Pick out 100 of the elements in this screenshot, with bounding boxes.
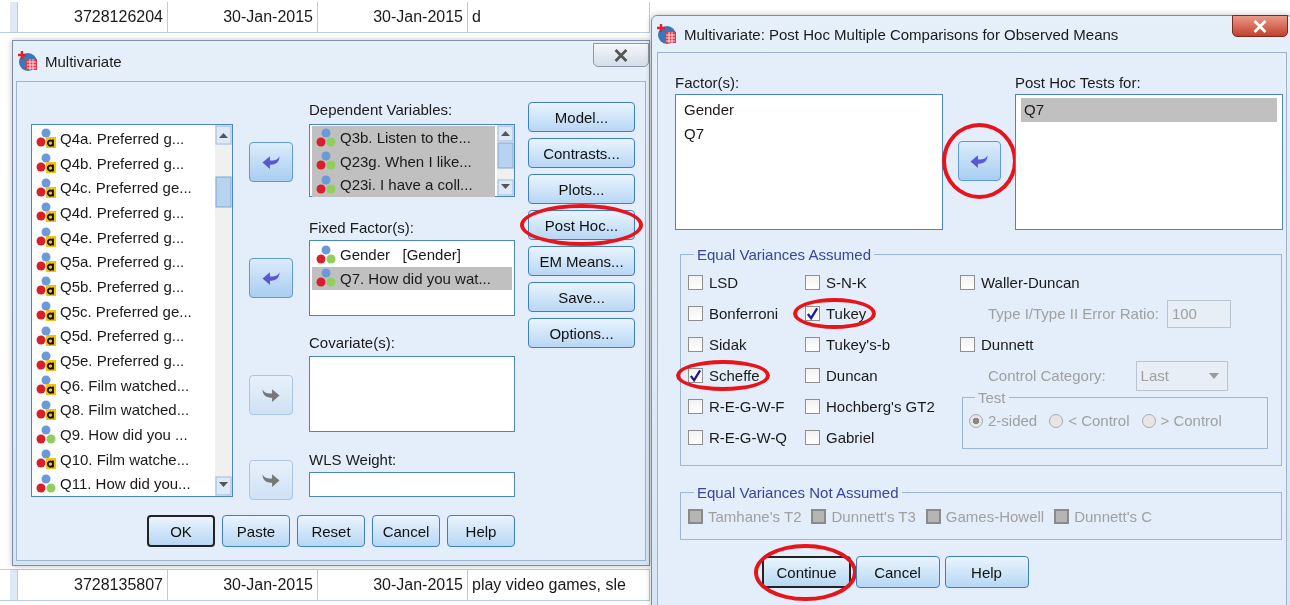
scrollbar[interactable] bbox=[497, 125, 514, 196]
wls-weight-field[interactable] bbox=[309, 472, 515, 497]
checkmark-icon bbox=[806, 306, 819, 321]
dialog-button[interactable]: Cancel bbox=[855, 556, 940, 588]
dialog-button[interactable]: Cancel bbox=[372, 515, 440, 547]
checkbox-label[interactable]: LSD bbox=[709, 274, 739, 291]
variable-item[interactable]: Q4b. Preferred g... bbox=[60, 154, 185, 172]
checkbox[interactable] bbox=[805, 368, 820, 383]
checkbox[interactable] bbox=[688, 399, 703, 414]
dependent-variables-list[interactable]: Q3b. Listen to the... Q23g. When I like... Q23i. I have a coll... bbox=[309, 124, 515, 197]
dialog-button[interactable]: Help bbox=[944, 556, 1029, 588]
variable-item[interactable]: Q5a. Preferred g... bbox=[60, 253, 185, 271]
variable-list[interactable] bbox=[31, 124, 233, 497]
variable-item[interactable]: Q5e. Preferred g... bbox=[60, 352, 185, 370]
table-cell: 30-Jan-2015 bbox=[168, 570, 318, 600]
checkbox-label[interactable]: Sidak bbox=[709, 336, 747, 353]
checkbox-label[interactable]: Hochberg's GT2 bbox=[826, 398, 935, 415]
checkbox[interactable] bbox=[960, 275, 975, 290]
fixed-factors-list[interactable]: Gender [Gender] Q7. How did you wat... bbox=[309, 240, 515, 316]
checkbox-label[interactable]: Tukey's-b bbox=[826, 336, 890, 353]
checkbox-label[interactable]: R-E-G-W-Q bbox=[709, 429, 788, 446]
variable-item[interactable]: Q5d. Preferred g... bbox=[60, 327, 185, 345]
variable-item[interactable]: Q6. Film watched... bbox=[60, 376, 190, 394]
checkbox[interactable] bbox=[805, 430, 820, 445]
table-cell: 3728126204 bbox=[18, 2, 168, 32]
list-item[interactable]: Q7 bbox=[681, 122, 937, 146]
checkbox[interactable] bbox=[960, 337, 975, 352]
checkbox-label[interactable]: Duncan bbox=[826, 367, 878, 384]
dialog-button[interactable]: EM Means... bbox=[528, 246, 635, 276]
variable-item[interactable]: Q8. Film watched... bbox=[60, 401, 190, 419]
variable-item[interactable]: Q4d. Preferred g... bbox=[60, 203, 185, 221]
factors-list[interactable]: Gender Q7 bbox=[675, 94, 943, 230]
variable-item[interactable]: Q4a. Preferred g... bbox=[60, 129, 185, 147]
string-variable-icon bbox=[36, 350, 56, 371]
string-variable-icon bbox=[36, 276, 56, 297]
dialog-button[interactable]: Post Hoc... bbox=[528, 210, 635, 240]
variable-item[interactable]: Q10. Film watche... bbox=[60, 450, 190, 468]
checkbox-label[interactable]: R-E-G-W-F bbox=[709, 398, 785, 415]
string-variable-icon bbox=[36, 128, 56, 149]
checkbox[interactable] bbox=[805, 275, 820, 290]
checkbox-label[interactable]: Dunnett bbox=[981, 336, 1034, 353]
string-variable-icon bbox=[36, 375, 56, 396]
list-item[interactable]: Gender [Gender] bbox=[312, 243, 512, 267]
dialog-button[interactable]: Reset bbox=[297, 515, 365, 547]
list-item[interactable]: Q23i. I have a coll... bbox=[312, 173, 495, 197]
dialog-button[interactable]: Help bbox=[447, 515, 515, 547]
dialog-button[interactable]: Paste bbox=[222, 515, 290, 547]
checkbox[interactable] bbox=[688, 306, 703, 321]
field-label: WLS Weight: bbox=[309, 450, 397, 470]
list-item[interactable]: Q3b. Listen to the... bbox=[312, 126, 495, 150]
string-variable-icon bbox=[36, 399, 56, 420]
checkbox[interactable] bbox=[805, 337, 820, 352]
close-icon bbox=[1252, 19, 1268, 33]
scrollbar[interactable] bbox=[215, 125, 232, 496]
list-item[interactable]: Q23g. When I like... bbox=[312, 149, 495, 173]
list-item[interactable]: Q7 bbox=[1021, 98, 1277, 122]
move-left-button[interactable] bbox=[957, 141, 1001, 181]
list-item[interactable]: Q7. How did you wat... bbox=[312, 266, 512, 290]
checkbox[interactable] bbox=[805, 399, 820, 414]
variable-item[interactable]: Q4c. Preferred ge... bbox=[60, 179, 192, 197]
string-variable-icon bbox=[36, 301, 56, 322]
window-title: Multivariate: Post Hoc Multiple Comparisons for Observed Means bbox=[684, 25, 1119, 43]
checkbox-label[interactable]: S-N-K bbox=[826, 274, 867, 291]
checkbox[interactable] bbox=[688, 337, 703, 352]
close-button[interactable] bbox=[1232, 15, 1288, 37]
dialog-button[interactable]: Save... bbox=[528, 282, 635, 312]
string-variable-icon bbox=[36, 153, 56, 174]
dialog-button[interactable]: Continue bbox=[762, 556, 851, 588]
variable-item[interactable]: Q5c. Preferred ge... bbox=[60, 302, 192, 320]
checkbox-label[interactable]: Scheffe bbox=[709, 367, 760, 384]
nominal-variable-icon bbox=[316, 174, 336, 195]
field-label: Factor(s): bbox=[675, 73, 740, 93]
dialog-button[interactable]: OK bbox=[147, 515, 215, 547]
covariates-list[interactable] bbox=[309, 356, 515, 432]
post-hoc-tests-list[interactable]: Q7 bbox=[1015, 94, 1283, 230]
variable-item[interactable]: Q5b. Preferred g... bbox=[60, 277, 185, 295]
group-title: Equal Variances Not Assumed bbox=[696, 484, 900, 501]
table-cell: 30-Jan-2015 bbox=[318, 2, 468, 32]
table-cell: 3728135807 bbox=[18, 570, 168, 600]
dialog-button[interactable]: Contrasts... bbox=[528, 138, 635, 168]
close-button[interactable] bbox=[593, 43, 649, 67]
dialog-button[interactable]: Model... bbox=[528, 102, 635, 132]
string-variable-icon bbox=[36, 202, 56, 223]
move-left-button[interactable] bbox=[249, 142, 293, 182]
string-variable-icon bbox=[36, 177, 56, 198]
checkbox[interactable] bbox=[688, 430, 703, 445]
dialog-button[interactable]: Options... bbox=[528, 318, 635, 348]
checkbox-label[interactable]: Tukey bbox=[826, 305, 867, 322]
move-left-button[interactable] bbox=[249, 258, 293, 298]
checkbox[interactable] bbox=[805, 306, 820, 321]
variable-item[interactable]: Q11. How did you... bbox=[60, 475, 191, 493]
checkbox-label[interactable]: Bonferroni bbox=[709, 305, 779, 322]
checkbox-label[interactable]: Gabriel bbox=[826, 429, 875, 446]
variable-item[interactable]: Q9. How did you ... bbox=[60, 426, 188, 444]
dialog-button[interactable]: Plots... bbox=[528, 174, 635, 204]
checkbox-label[interactable]: Waller-Duncan bbox=[981, 274, 1080, 291]
list-item[interactable]: Gender bbox=[681, 98, 937, 122]
checkbox[interactable] bbox=[688, 275, 703, 290]
checkbox[interactable] bbox=[688, 368, 703, 383]
variable-item[interactable]: Q4e. Preferred g... bbox=[60, 228, 185, 246]
